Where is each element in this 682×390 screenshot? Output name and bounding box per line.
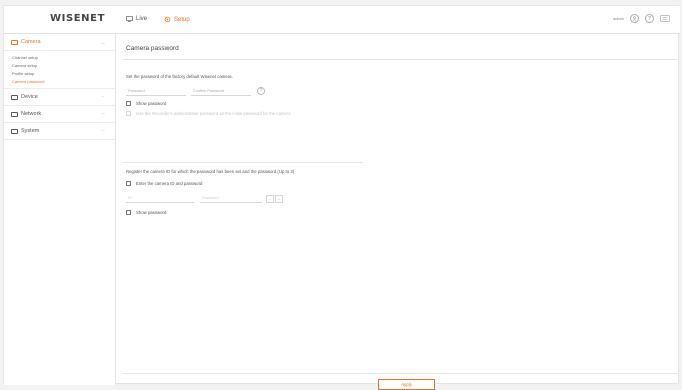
chevron-up-icon: ︿ [101, 40, 105, 45]
wisenet-logo: WISENET [50, 13, 106, 24]
gear-icon [164, 16, 171, 23]
main-content: Camera password Set the password of the … [117, 34, 680, 390]
show-password-label-2: Show password [136, 210, 167, 215]
nav-live[interactable]: Live [126, 16, 147, 22]
section2-title: Register the camera ID for which the pas… [126, 169, 295, 174]
sidebar-network[interactable]: Network ﹀ [4, 106, 115, 123]
apply-button[interactable]: Apply [378, 379, 435, 390]
user-icon[interactable] [630, 14, 639, 23]
camera-icon [11, 39, 18, 45]
sidebar-item-profile-setup[interactable]: Profile setup [4, 70, 115, 78]
use-admin-password-label: Use the Recorder's administrator passwor… [136, 111, 291, 116]
sidebar-item-camera-setup[interactable]: Camera setup [4, 62, 115, 70]
nav-setup-label: Setup [174, 16, 190, 23]
app-window: WISENET Live Setup admin ? Camera ︿ Chan… [3, 5, 680, 390]
nav-live-label: Live [136, 16, 148, 22]
device-icon [11, 94, 18, 100]
sidebar: Camera ︿ Channel setup Camera setup Prof… [4, 34, 116, 385]
footer-divider [123, 373, 677, 374]
system-icon [11, 128, 18, 134]
help-icon[interactable]: ? [257, 87, 265, 95]
camera-submenu: Channel setup Camera setup Profile setup… [4, 51, 115, 89]
show-password-row-2[interactable]: Show password [126, 210, 166, 215]
show-password-label: Show password [136, 101, 167, 106]
chevron-down-icon: ﹀ [101, 95, 105, 100]
use-admin-password-row: Use the Recorder's administrator passwor… [126, 111, 291, 116]
monitor-icon [126, 16, 133, 22]
user-label[interactable]: admin [613, 16, 624, 21]
camera-id-input: ID [126, 194, 194, 203]
menu-icon[interactable] [660, 15, 670, 22]
remove-button: − [266, 195, 274, 203]
top-bar: WISENET Live Setup admin ? [4, 6, 680, 34]
enter-id-row[interactable]: Enter the camera ID and password [126, 181, 202, 186]
camera-password-input: Password [200, 194, 262, 203]
title-divider [123, 59, 677, 60]
add-button: + [275, 195, 283, 203]
nav-setup[interactable]: Setup [164, 16, 190, 23]
top-right-icons: admin ? [613, 14, 670, 23]
help-icon[interactable]: ? [645, 14, 654, 23]
sidebar-item-camera-password[interactable]: Camera password [4, 78, 115, 86]
sidebar-system[interactable]: System ﹀ [4, 123, 115, 140]
enter-id-checkbox[interactable] [126, 181, 131, 186]
chevron-down-icon: ﹀ [101, 129, 105, 134]
page-title: Camera password [126, 45, 179, 52]
section-divider [123, 162, 363, 163]
sidebar-camera[interactable]: Camera ︿ [4, 34, 115, 51]
password-input[interactable]: Password [126, 87, 186, 96]
sidebar-item-channel-setup[interactable]: Channel setup [4, 54, 115, 62]
sidebar-device[interactable]: Device ﹀ [4, 89, 115, 106]
sidebar-network-label: Network [21, 111, 42, 117]
show-password-checkbox[interactable] [126, 101, 131, 106]
section1-title: Set the password of the factory default … [126, 74, 233, 79]
sidebar-camera-label: Camera [21, 39, 41, 45]
network-icon [11, 111, 18, 117]
show-password-row[interactable]: Show password [126, 101, 166, 106]
confirm-password-input[interactable]: Confirm Password [191, 87, 251, 96]
sidebar-system-label: System [21, 128, 40, 134]
use-admin-password-checkbox [126, 111, 131, 116]
sidebar-device-label: Device [21, 94, 38, 100]
chevron-down-icon: ﹀ [101, 112, 105, 117]
enter-id-label: Enter the camera ID and password [136, 181, 203, 186]
show-password-checkbox-2[interactable] [126, 210, 131, 215]
